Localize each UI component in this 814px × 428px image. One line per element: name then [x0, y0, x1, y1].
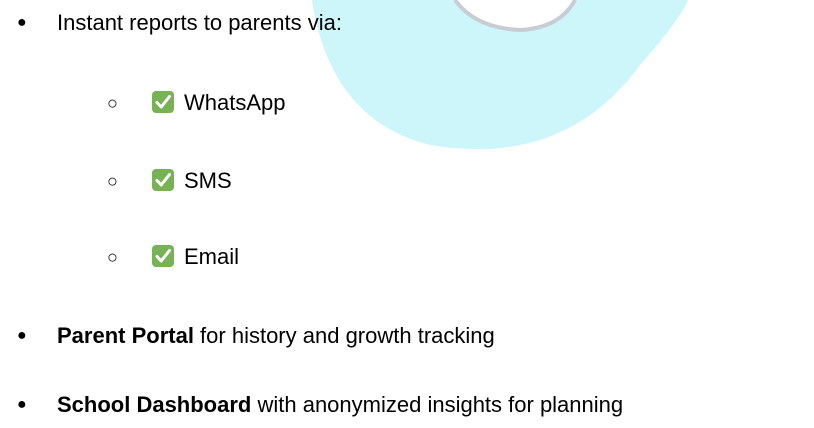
- sub-item-label: SMS: [184, 168, 232, 193]
- sub-item-label: Email: [184, 244, 240, 269]
- list-item-text: Instant reports to parents via:: [57, 10, 342, 35]
- bullet-marker: ●: [17, 396, 27, 413]
- list-item-parent-portal: Parent Portal for history and growth tra…: [57, 323, 495, 349]
- sub-item-whatsapp: WhatsApp: [152, 90, 286, 116]
- sub-bullet-marker: ○: [107, 247, 118, 267]
- list-item-instant-reports: Instant reports to parents via:: [57, 10, 342, 36]
- list-item-bold-term: School Dashboard: [57, 392, 252, 417]
- list-item-text: with anonymized insights for planning: [251, 392, 624, 417]
- list-item-text: for history and growth tracking: [193, 323, 495, 348]
- check-mark-button-icon: [152, 245, 174, 267]
- bullet-marker: ●: [17, 327, 27, 344]
- watermark-circle: [312, 0, 688, 150]
- sub-item-label: WhatsApp: [184, 90, 286, 115]
- bullet-marker: ●: [17, 14, 27, 31]
- check-mark-button-icon: [152, 169, 174, 191]
- list-item-school-dashboard: School Dashboard with anonymized insight…: [57, 392, 623, 418]
- sub-bullet-marker: ○: [107, 93, 118, 113]
- sub-bullet-marker: ○: [107, 171, 118, 191]
- check-mark-button-icon: [152, 91, 174, 113]
- sub-item-sms: SMS: [152, 168, 232, 194]
- sub-item-email: Email: [152, 244, 239, 270]
- list-item-bold-term: Parent Portal: [57, 323, 194, 348]
